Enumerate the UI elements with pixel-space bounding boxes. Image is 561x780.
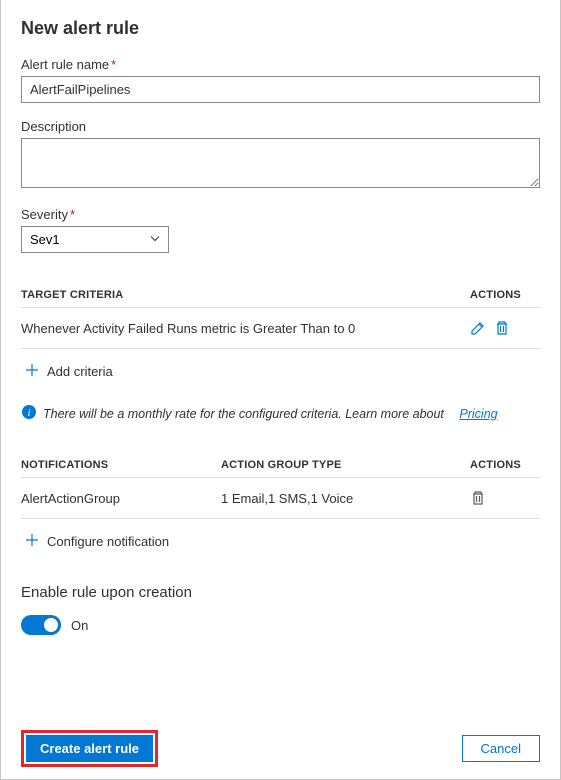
cancel-button[interactable]: Cancel [462, 735, 540, 762]
required-asterisk: * [111, 57, 116, 72]
notifications-header: NOTIFICATIONS [21, 459, 221, 471]
enable-rule-toggle[interactable] [21, 615, 61, 635]
add-criteria-button[interactable]: Add criteria [21, 349, 540, 386]
criteria-text: Whenever Activity Failed Runs metric is … [21, 321, 470, 336]
add-criteria-label: Add criteria [47, 364, 113, 379]
plus-icon [25, 363, 39, 380]
severity-label: Severity* [21, 207, 540, 222]
pricing-link[interactable]: Pricing [459, 407, 497, 421]
info-icon: i [21, 404, 37, 423]
delete-icon[interactable] [470, 490, 486, 506]
create-alert-rule-button[interactable]: Create alert rule [26, 735, 153, 762]
notifications-actions-header: ACTIONS [470, 459, 540, 471]
criteria-header: TARGET CRITERIA [21, 289, 470, 301]
description-label: Description [21, 119, 540, 134]
configure-notification-label: Configure notification [47, 534, 169, 549]
svg-text:i: i [27, 407, 30, 419]
toggle-state-text: On [71, 618, 88, 633]
name-label: Alert rule name* [21, 57, 540, 72]
description-input[interactable] [21, 138, 540, 188]
create-button-highlight: Create alert rule [21, 730, 158, 767]
notification-type: 1 Email,1 SMS,1 Voice [221, 491, 470, 506]
notification-name: AlertActionGroup [21, 491, 221, 506]
severity-label-text: Severity [21, 207, 68, 222]
plus-icon [25, 533, 39, 550]
criteria-actions-header: ACTIONS [470, 289, 540, 301]
name-input[interactable] [21, 76, 540, 103]
edit-icon[interactable] [470, 320, 486, 336]
action-group-type-header: ACTION GROUP TYPE [221, 459, 470, 471]
configure-notification-button[interactable]: Configure notification [21, 519, 540, 556]
pricing-info-text: There will be a monthly rate for the con… [43, 407, 444, 421]
enable-rule-label: Enable rule upon creation [21, 584, 540, 601]
panel-title: New alert rule [21, 18, 540, 39]
name-label-text: Alert rule name [21, 57, 109, 72]
required-asterisk: * [70, 207, 75, 222]
criteria-row: Whenever Activity Failed Runs metric is … [21, 308, 540, 349]
notification-row: AlertActionGroup 1 Email,1 SMS,1 Voice [21, 478, 540, 519]
delete-icon[interactable] [494, 320, 510, 336]
pricing-info: i There will be a monthly rate for the c… [21, 404, 540, 423]
severity-select[interactable] [21, 226, 169, 253]
